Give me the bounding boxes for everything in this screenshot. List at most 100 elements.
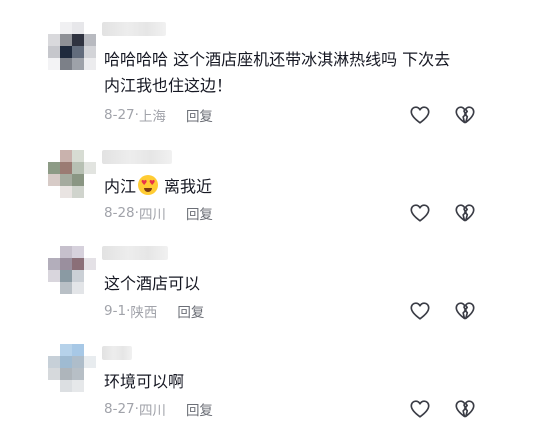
username-blurred[interactable] xyxy=(102,22,166,36)
like-button[interactable] xyxy=(409,398,431,420)
comment-location: 陕西 xyxy=(130,305,158,321)
comment-text: 环境可以啊 xyxy=(104,369,484,395)
reply-button[interactable]: 回复 xyxy=(186,203,213,223)
avatar-pixel xyxy=(48,380,60,392)
avatar-pixel xyxy=(48,344,60,356)
dislike-button[interactable] xyxy=(454,300,476,322)
avatar-pixel xyxy=(60,174,72,186)
avatar[interactable] xyxy=(48,246,96,294)
avatar-pixel xyxy=(72,58,84,70)
avatar-pixel xyxy=(72,174,84,186)
avatar-pixel xyxy=(84,46,96,58)
avatar-pixel xyxy=(84,150,96,162)
comment-meta: 9-1 · 陕西 回复 xyxy=(104,301,204,321)
username-blurred[interactable] xyxy=(102,346,132,360)
like-button[interactable] xyxy=(409,300,431,322)
avatar-pixel xyxy=(60,58,72,70)
avatar-pixel xyxy=(72,282,84,294)
avatar-pixel xyxy=(84,162,96,174)
avatar-pixel xyxy=(84,380,96,392)
avatar-pixel xyxy=(48,270,60,282)
comment-text-part: 环境可以啊 xyxy=(104,372,185,391)
avatar-pixel xyxy=(72,150,84,162)
avatar-pixel xyxy=(72,162,84,174)
broken-heart-icon xyxy=(455,204,475,222)
avatar-pixel xyxy=(60,150,72,162)
avatar-pixel xyxy=(60,368,72,380)
avatar-pixel xyxy=(60,282,72,294)
dislike-button[interactable] xyxy=(454,398,476,420)
avatar-pixel xyxy=(84,246,96,258)
avatar[interactable] xyxy=(48,22,96,70)
comment-date: 8-27 xyxy=(104,401,135,417)
reply-button[interactable]: 回复 xyxy=(186,105,213,125)
avatar-pixel xyxy=(84,58,96,70)
broken-heart-icon xyxy=(455,400,475,418)
comment-date: 9-1 xyxy=(104,303,127,319)
dislike-button[interactable] xyxy=(454,202,476,224)
avatar-pixel xyxy=(48,46,60,58)
comment-text-line: 内江我也住这边！ xyxy=(104,76,233,95)
avatar-pixel xyxy=(72,22,84,34)
comment-meta: 8-28 · 四川 回复 xyxy=(104,203,213,223)
avatar-pixel xyxy=(48,34,60,46)
username-blurred[interactable] xyxy=(102,246,168,260)
avatar[interactable] xyxy=(48,150,96,198)
avatar-pixel xyxy=(84,344,96,356)
avatar-pixel xyxy=(84,270,96,282)
comment-text: 哈哈哈哈 这个酒店座机还带冰淇淋热线吗 下次去 内江我也住这边！ xyxy=(104,47,484,99)
comment-meta: 8-27 · 上海 回复 xyxy=(104,105,213,125)
avatar-pixel xyxy=(48,258,60,270)
avatar-pixel xyxy=(48,150,60,162)
avatar-pixel xyxy=(48,174,60,186)
avatar-pixel xyxy=(60,270,72,282)
broken-heart-icon xyxy=(455,302,475,320)
avatar-pixel xyxy=(60,356,72,368)
avatar-pixel xyxy=(84,356,96,368)
avatar-pixel xyxy=(72,380,84,392)
avatar-pixel xyxy=(60,186,72,198)
like-button[interactable] xyxy=(409,202,431,224)
avatar-pixel xyxy=(48,356,60,368)
broken-heart-icon xyxy=(455,106,475,124)
avatar-pixel xyxy=(60,258,72,270)
avatar-pixel xyxy=(48,162,60,174)
comment-location: 四川 xyxy=(138,207,166,223)
username-blurred[interactable] xyxy=(102,150,172,164)
avatar-pixel xyxy=(48,22,60,34)
avatar-pixel xyxy=(48,186,60,198)
reply-button[interactable]: 回复 xyxy=(186,399,213,419)
avatar-pixel xyxy=(60,344,72,356)
avatar-pixel xyxy=(60,34,72,46)
dislike-button[interactable] xyxy=(454,104,476,126)
avatar-pixel xyxy=(84,258,96,270)
avatar-pixel xyxy=(72,46,84,58)
avatar-pixel xyxy=(72,368,84,380)
comment-text: 这个酒店可以 xyxy=(104,271,484,297)
comment-date: 8-28 xyxy=(104,205,135,221)
avatar-pixel xyxy=(72,34,84,46)
heart-eyes-emoji-icon: ♥ ♥ xyxy=(138,175,159,195)
comment-text-part: 这个酒店可以 xyxy=(104,274,201,293)
avatar-pixel xyxy=(60,380,72,392)
avatar[interactable] xyxy=(48,344,96,392)
comment-text-line: 哈哈哈哈 这个酒店座机还带冰淇淋热线吗 下次去 xyxy=(104,50,451,69)
comment-date: 8-27 xyxy=(104,107,135,123)
comment-text-part: 内江 xyxy=(104,177,137,196)
avatar-pixel xyxy=(48,282,60,294)
avatar-pixel xyxy=(60,246,72,258)
comment-meta: 8-27 · 四川 回复 xyxy=(104,399,213,419)
comment-text: 内江 ♥ ♥ 离我近 xyxy=(104,174,484,200)
avatar-pixel xyxy=(48,246,60,258)
reply-button[interactable]: 回复 xyxy=(177,301,204,321)
avatar-pixel xyxy=(60,46,72,58)
avatar-pixel xyxy=(72,356,84,368)
heart-outline-icon xyxy=(410,400,430,418)
heart-outline-icon xyxy=(410,204,430,222)
like-button[interactable] xyxy=(409,104,431,126)
avatar-pixel xyxy=(60,22,72,34)
avatar-pixel xyxy=(84,22,96,34)
comment-location: 四川 xyxy=(138,403,166,419)
avatar-pixel xyxy=(60,162,72,174)
avatar-pixel xyxy=(84,282,96,294)
